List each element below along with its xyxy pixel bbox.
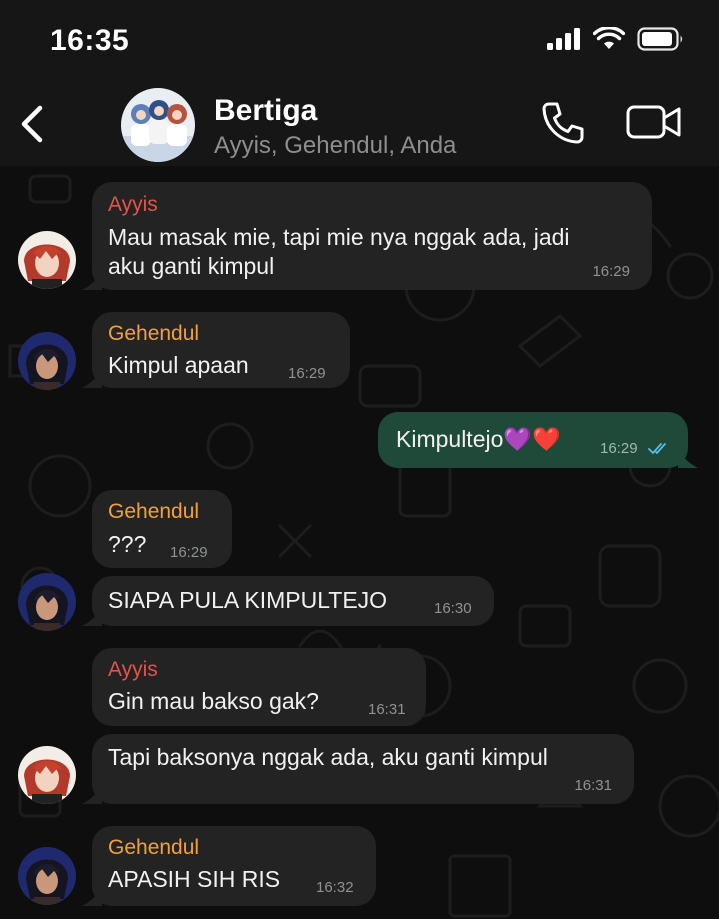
message-timestamp: 16:29 — [600, 440, 638, 457]
message-timestamp: 16:30 — [434, 600, 472, 617]
avatar-gehendul[interactable] — [18, 573, 76, 631]
message-text: SIAPA PULA KIMPULTEJO — [108, 587, 388, 613]
message-text: Kimpul apaan — [108, 352, 249, 378]
message-bubble-incoming[interactable]: SIAPA PULA KIMPULTEJO 16:30 — [82, 576, 494, 626]
message-bubble-incoming[interactable]: Gehendul ??? 16:29 — [92, 490, 232, 568]
message-timestamp: 16:31 — [574, 777, 612, 794]
avatar-gehendul[interactable] — [18, 332, 76, 390]
bubble-tail — [82, 370, 102, 388]
message-text: aku ganti kimpul — [108, 253, 275, 279]
bubble-tail — [82, 608, 102, 626]
wifi-icon — [593, 27, 625, 49]
message-timestamp: 16:31 — [368, 701, 406, 718]
message-timestamp: 16:29 — [288, 365, 326, 382]
message-bubble-incoming[interactable]: Gehendul Kimpul apaan 16:29 — [82, 312, 350, 388]
sender-name: Ayyis — [108, 193, 158, 216]
message-timestamp: 16:32 — [316, 879, 354, 896]
phone-call-icon[interactable] — [540, 100, 586, 146]
sender-name: Gehendul — [108, 500, 200, 523]
message-bubble-incoming[interactable]: Ayyis Mau masak mie, tapi mie nya nggak … — [82, 182, 652, 290]
bubble-tail — [82, 272, 102, 290]
chat-participants[interactable]: Ayyis, Gehendul, Anda — [214, 132, 456, 160]
message-text: ??? — [108, 531, 147, 557]
status-bar: 16:35 — [0, 0, 719, 80]
message-bubble-incoming[interactable]: Ayyis Gin mau bakso gak? 16:31 — [92, 648, 426, 726]
message-text: APASIH SIH RIS — [108, 866, 281, 892]
battery-icon — [637, 27, 683, 51]
sender-name: Gehendul — [108, 322, 200, 345]
avatar-ayyis[interactable] — [18, 746, 76, 804]
chat-title[interactable]: Bertiga — [214, 94, 317, 128]
message-bubble-incoming[interactable]: Gehendul APASIH SIH RIS 16:32 — [82, 826, 376, 906]
avatar-ayyis[interactable] — [18, 231, 76, 289]
group-avatar[interactable] — [121, 88, 195, 162]
avatar-gehendul[interactable] — [18, 847, 76, 905]
signal-icon — [547, 28, 580, 50]
sender-name: Ayyis — [108, 658, 158, 681]
video-call-icon[interactable] — [626, 102, 682, 142]
message-timestamp: 16:29 — [592, 263, 630, 280]
message-text: Mau masak mie, tapi mie nya nggak ada, j… — [108, 224, 570, 250]
bubble-tail — [82, 786, 102, 804]
message-timestamp: 16:29 — [170, 544, 208, 561]
bubble-tail — [82, 888, 102, 906]
chat-messages[interactable]: Ayyis Mau masak mie, tapi mie nya nggak … — [0, 166, 719, 919]
back-icon[interactable] — [14, 102, 50, 146]
message-bubble-outgoing[interactable]: Kimpultejo💜❤️ 16:29 — [378, 412, 698, 468]
message-text: Kimpultejo💜❤️ — [396, 426, 561, 452]
chat-header: Bertiga Ayyis, Gehendul, Anda — [0, 80, 719, 166]
bubble-tail — [678, 450, 698, 468]
message-text: Tapi baksonya nggak ada, aku ganti kimpu… — [108, 744, 548, 770]
read-receipt-icon — [648, 443, 666, 455]
sender-name: Gehendul — [108, 836, 200, 859]
message-bubble-incoming[interactable]: Tapi baksonya nggak ada, aku ganti kimpu… — [82, 734, 634, 804]
status-icons — [547, 27, 685, 51]
message-text: Gin mau bakso gak? — [108, 688, 319, 714]
status-time: 16:35 — [50, 24, 130, 57]
